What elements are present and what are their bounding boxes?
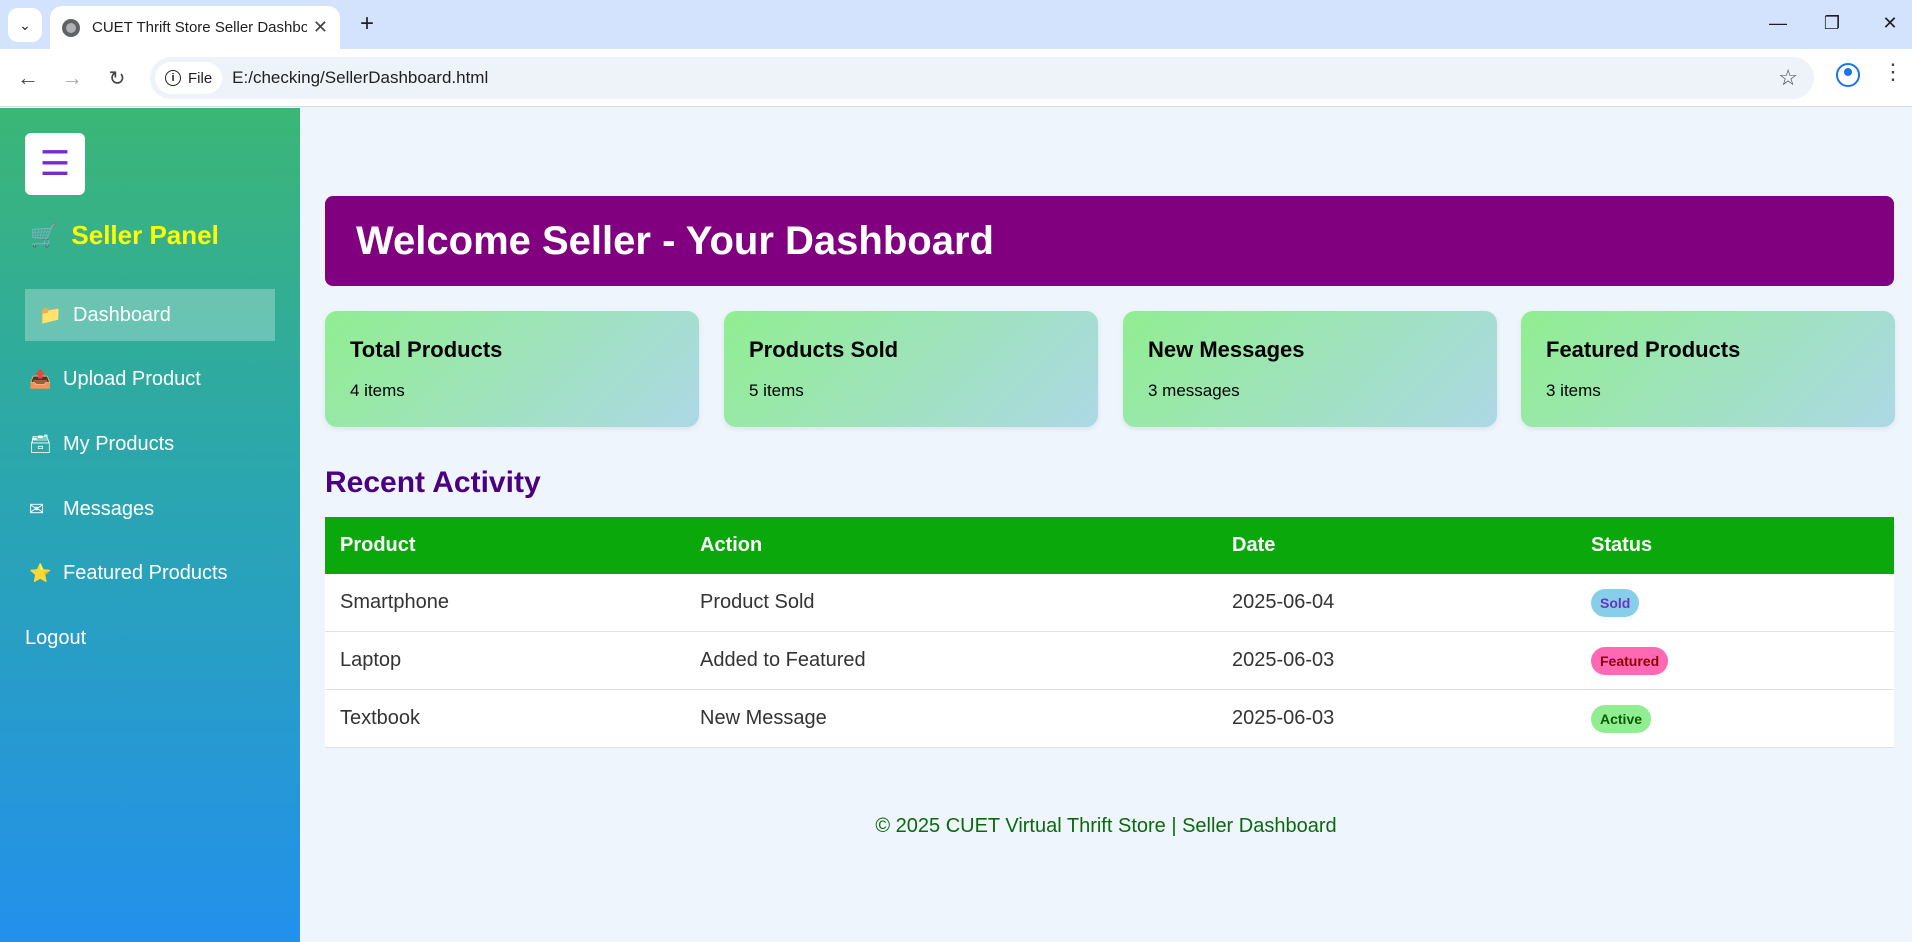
card-title: New Messages [1148, 337, 1305, 362]
bookmark-star-icon[interactable]: ☆ [1778, 65, 1798, 91]
stat-card-products-sold: Products Sold 5 items [724, 311, 1098, 427]
card-title: Featured Products [1546, 337, 1741, 362]
folder-icon: 📁 [39, 304, 62, 325]
card-title: Total Products [350, 337, 503, 362]
sidebar-item-label: Logout [25, 626, 87, 649]
envelope-icon: ✉ [29, 498, 45, 519]
cell-product: Laptop [340, 649, 402, 671]
browser-toolbar: ← → ↻ i File E:/checking/SellerDashboard… [0, 49, 1912, 107]
box-icon: 🗃 [29, 433, 52, 454]
restore-icon[interactable]: ❐ [1812, 8, 1852, 38]
recent-activity-heading: Recent Activity [325, 466, 541, 499]
reload-icon[interactable]: ↻ [101, 62, 133, 94]
table-row: Smartphone Product Sold 2025-06-04 Sold [325, 574, 1894, 632]
hamburger-menu-button[interactable]: ☰ [25, 133, 85, 195]
sidebar-item-label: Upload Product [63, 367, 201, 390]
footer-text: © 2025 CUET Virtual Thrift Store | Selle… [875, 815, 1337, 837]
more-menu-icon[interactable]: ⋮ [1882, 61, 1904, 83]
tab-search-button[interactable]: ⌄ [8, 8, 42, 42]
brand-title: Seller Panel [71, 220, 219, 250]
card-value: 3 items [1546, 381, 1601, 400]
globe-icon [62, 18, 80, 37]
status-badge: Featured [1591, 646, 1669, 675]
column-header-action: Action [700, 534, 763, 556]
back-arrow-icon[interactable]: ← [12, 62, 44, 94]
sidebar-item-label: Featured Products [63, 561, 228, 584]
column-header-date: Date [1232, 534, 1276, 556]
status-badge: Sold [1591, 588, 1640, 617]
card-value: 3 messages [1148, 381, 1240, 400]
welcome-banner: Welcome Seller - Your Dashboard [325, 196, 1894, 286]
stat-card-new-messages: New Messages 3 messages [1123, 311, 1497, 427]
chevron-down-icon: ⌄ [19, 16, 31, 33]
cell-date: 2025-06-03 [1232, 707, 1335, 729]
sidebar-item-upload-product[interactable]: 📤 Upload Product [25, 353, 275, 405]
sidebar: ☰ 🛒 Seller Panel 📁 Dashboard 📤 Upload Pr… [0, 108, 300, 942]
table-row: Textbook New Message 2025-06-03 Active [325, 690, 1894, 748]
new-tab-button[interactable]: + [352, 9, 382, 39]
brand: 🛒 Seller Panel [30, 220, 219, 251]
profile-icon[interactable] [1836, 63, 1860, 87]
close-tab-icon[interactable]: ✕ [313, 17, 328, 38]
browser-tab-strip: ⌄ CUET Thrift Store Seller Dashbo ✕ + — … [0, 0, 1912, 49]
cell-date: 2025-06-03 [1232, 649, 1335, 671]
page-title: Welcome Seller - Your Dashboard [356, 218, 994, 263]
url-text[interactable]: E:/checking/SellerDashboard.html [232, 68, 488, 88]
cell-product: Textbook [340, 707, 421, 729]
site-info-chip[interactable]: i File [155, 62, 223, 94]
browser-tab[interactable]: CUET Thrift Store Seller Dashbo ✕ [50, 6, 340, 49]
stat-card-total-products: Total Products 4 items [325, 311, 699, 427]
cart-icon: 🛒 [30, 222, 58, 248]
stat-card-featured-products: Featured Products 3 items [1521, 311, 1895, 427]
sidebar-item-featured-products[interactable]: ⭐ Featured Products [25, 547, 275, 599]
table-row: Laptop Added to Featured 2025-06-03 Feat… [325, 632, 1894, 690]
column-header-status: Status [1591, 534, 1653, 556]
table-header: Product Action Date Status [325, 517, 1894, 574]
card-title: Products Sold [749, 337, 899, 362]
sidebar-item-logout[interactable]: Logout [25, 612, 275, 664]
cell-action: New Message [700, 707, 827, 729]
sidebar-item-label: Messages [63, 497, 155, 520]
sidebar-item-dashboard[interactable]: 📁 Dashboard [25, 289, 275, 341]
file-label: File [188, 69, 213, 87]
close-window-icon[interactable]: ✕ [1870, 8, 1910, 38]
minimize-icon[interactable]: — [1758, 8, 1798, 38]
cell-date: 2025-06-04 [1232, 591, 1335, 613]
info-icon: i [165, 70, 181, 86]
main-content: Welcome Seller - Your Dashboard Total Pr… [300, 108, 1912, 942]
card-value: 4 items [350, 381, 405, 400]
star-icon: ⭐ [29, 562, 52, 583]
sidebar-item-messages[interactable]: ✉ Messages [25, 483, 275, 535]
forward-arrow-icon[interactable]: → [56, 62, 88, 94]
column-header-product: Product [340, 534, 416, 556]
upload-icon: 📤 [29, 368, 52, 389]
activity-table: Product Action Date Status Smartphone Pr… [325, 517, 1894, 748]
status-badge: Active [1591, 704, 1652, 733]
tab-title: CUET Thrift Store Seller Dashbo [92, 19, 307, 36]
cell-product: Smartphone [340, 591, 449, 613]
sidebar-item-label: My Products [63, 432, 175, 455]
cell-action: Added to Featured [700, 649, 866, 671]
card-value: 5 items [749, 381, 804, 400]
sidebar-item-label: Dashboard [73, 303, 171, 326]
sidebar-item-my-products[interactable]: 🗃 My Products [25, 418, 275, 470]
cell-action: Product Sold [700, 591, 815, 613]
address-bar[interactable]: i File E:/checking/SellerDashboard.html … [150, 57, 1814, 99]
